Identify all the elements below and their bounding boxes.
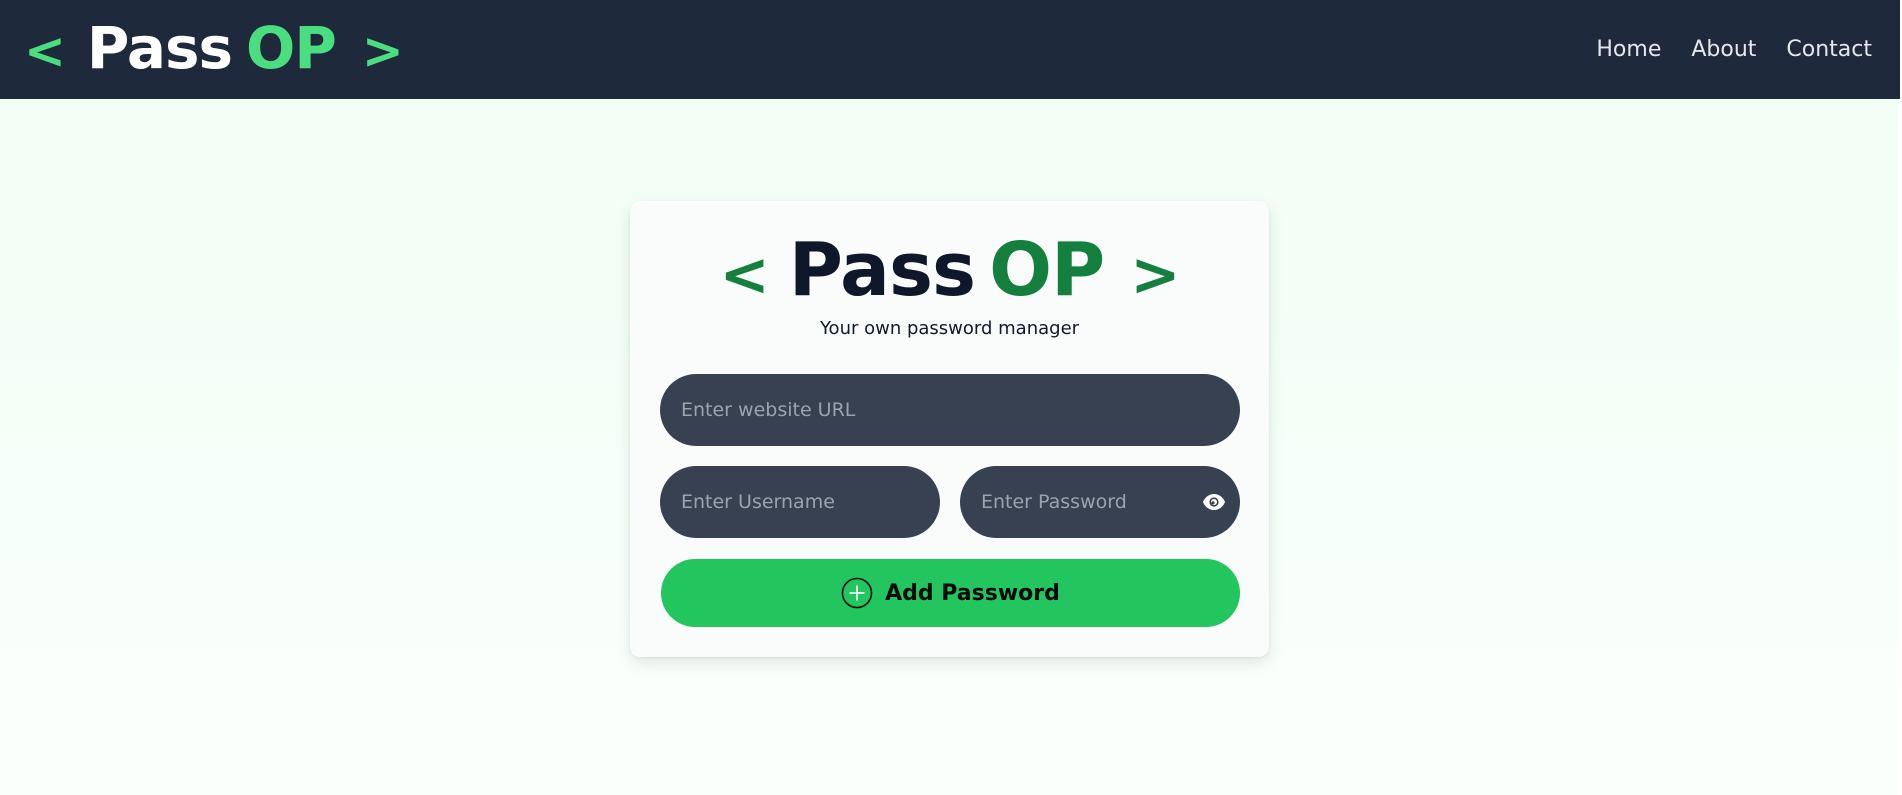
card-logo-open-bracket: < <box>719 240 770 310</box>
card-logo-pass-text: Pass <box>788 227 976 313</box>
tagline: Your own password manager <box>819 318 1080 339</box>
card-logo-op-text: OP <box>989 227 1105 313</box>
logo-open-bracket: < <box>24 21 66 80</box>
window-edge <box>1898 0 1902 795</box>
nav-links: Home About Contact <box>1596 37 1872 62</box>
nav-link-home[interactable]: Home <box>1596 37 1661 62</box>
username-input[interactable] <box>660 466 940 538</box>
nav-item-contact: Contact <box>1786 37 1872 62</box>
add-password-label: Add Password <box>885 580 1060 606</box>
nav-link-contact[interactable]: Contact <box>1786 37 1872 62</box>
logo-pass-text: Pass <box>86 13 233 82</box>
nav-item-about: About <box>1691 37 1756 62</box>
password-form-card: < Pass OP > Your own password manager Ad… <box>630 201 1269 657</box>
nav-item-home: Home <box>1596 37 1661 62</box>
plus-circle-icon <box>841 577 873 609</box>
url-field-wrapper <box>660 374 1240 446</box>
nav-logo[interactable]: < Pass OP > <box>24 13 404 82</box>
add-password-button[interactable]: Add Password <box>661 559 1240 627</box>
card-logo-close-bracket: > <box>1130 240 1180 310</box>
eye-icon[interactable] <box>1202 492 1226 512</box>
username-field-wrapper <box>660 466 940 538</box>
website-url-input[interactable] <box>660 374 1240 446</box>
password-input[interactable] <box>960 466 1240 538</box>
password-field-wrapper <box>960 466 1240 538</box>
logo-op-text: OP <box>246 13 337 82</box>
logo-close-bracket: > <box>361 21 404 80</box>
window-edge-line <box>1898 0 1900 99</box>
navbar: < Pass OP > Home About Contact <box>0 0 1898 99</box>
nav-link-about[interactable]: About <box>1691 37 1756 62</box>
card-logo: < Pass OP > <box>630 233 1269 307</box>
